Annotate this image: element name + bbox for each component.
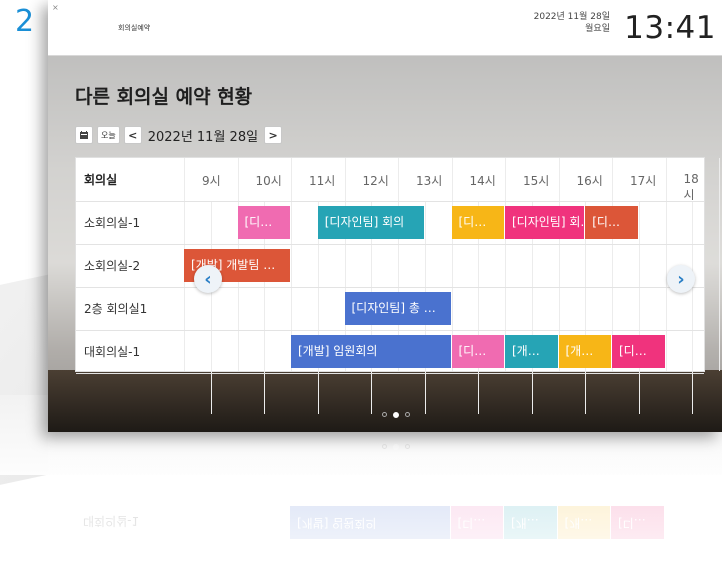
hour-label: 11시 — [309, 174, 336, 188]
pagination-dot[interactable] — [405, 412, 410, 417]
reservation-grid: 회의실 9시 10시 11시 12시 13시 14시 15시 16시 17시 18시소회의실-1 소… — [75, 157, 720, 414]
grid-row-line — [76, 330, 704, 331]
room-label: 소회의실-1 — [84, 216, 141, 230]
reservation-block[interactable]: [디자인팀] 회의 — [317, 206, 424, 239]
table-edge — [48, 370, 722, 432]
hour-label: 17시 — [630, 174, 657, 188]
reservation-block[interactable]: [디자인팀] 총 … — [344, 292, 451, 325]
grid-row-line — [76, 287, 704, 288]
grid-column-line — [638, 201, 640, 414]
reservation-block[interactable]: [개발] 임원회의 — [291, 335, 451, 368]
page-title: 다른 회의실 예약 현황 — [75, 86, 253, 108]
reservation-block[interactable]: [디… — [237, 206, 290, 239]
brand-label: 회의실예약 — [118, 24, 151, 32]
current-date: 2022년 11월 28일 — [147, 129, 259, 145]
grid-column-line — [665, 158, 667, 371]
reservation-block[interactable]: [디자인팀] 회… — [505, 206, 585, 239]
hour-label: 12시 — [362, 174, 389, 188]
reservation-block[interactable]: [디… — [585, 206, 638, 239]
slide-number: 2 — [15, 4, 35, 39]
hour-label: 16시 — [576, 174, 603, 188]
top-bar: × 회의실예약 2022년 11월 28일 월요일 13:41 — [48, 0, 722, 56]
date-navigation: 오늘 < 2022년 11월 28일 > — [75, 125, 283, 145]
grid-row-line — [76, 201, 704, 202]
calendar-icon[interactable] — [75, 126, 93, 144]
reflection-fade — [48, 432, 722, 569]
hour-label: 18시 — [683, 172, 699, 202]
chevron-left-icon[interactable]: ‹ — [194, 265, 222, 293]
date-text: 2022년 11월 28일 — [533, 12, 610, 22]
prev-date-button[interactable]: < — [123, 126, 142, 144]
hour-label: 15시 — [523, 174, 550, 188]
pagination-dot[interactable] — [393, 412, 399, 418]
chevron-right-icon[interactable]: › — [667, 265, 695, 293]
pagination-dots — [382, 412, 410, 418]
close-icon[interactable]: × — [52, 3, 59, 12]
room-label: 2층 회의실1 — [84, 302, 148, 316]
next-date-button[interactable]: > — [264, 126, 283, 144]
room-label: 대회의실-1 — [84, 345, 141, 359]
hour-label: 9시 — [202, 174, 221, 188]
today-button[interactable]: 오늘 — [97, 126, 120, 144]
hour-label: 10시 — [255, 174, 282, 188]
grid-column-line — [692, 201, 694, 414]
reservation-block[interactable]: [디… — [612, 335, 665, 368]
grid-column-line — [719, 158, 720, 371]
hour-label: 13시 — [416, 174, 443, 188]
hour-label: 14시 — [469, 174, 496, 188]
room-column-header: 회의실 — [84, 173, 118, 187]
reservation-block[interactable]: [디… — [451, 206, 504, 239]
clock: 13:41 — [624, 10, 716, 46]
weekday-text: 월요일 — [585, 24, 610, 34]
room-label: 소회의실-2 — [84, 259, 141, 273]
kiosk-screen: × 회의실예약 2022년 11월 28일 월요일 13:41 다른 회의실 예… — [48, 0, 722, 432]
date-display: 2022년 11월 28일 월요일 — [534, 11, 610, 35]
pagination-dot[interactable] — [382, 412, 387, 417]
grid-row-line — [76, 373, 704, 374]
reservation-block[interactable]: [개… — [558, 335, 611, 368]
grid-column-line — [210, 201, 212, 414]
reservation-block[interactable]: [디… — [451, 335, 504, 368]
grid-row-line — [76, 244, 704, 245]
reservation-block[interactable]: [개… — [505, 335, 558, 368]
